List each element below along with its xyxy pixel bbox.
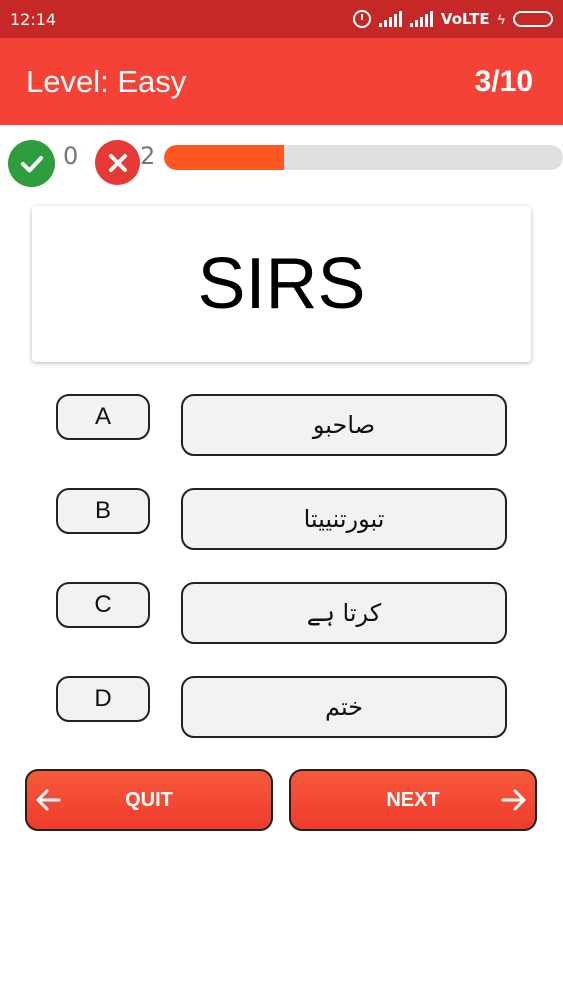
- status-icons: VoLTE ϟ: [352, 10, 553, 28]
- charging-icon: ϟ: [497, 11, 505, 27]
- progress-fill: [164, 145, 284, 170]
- score-row: 0 2: [0, 138, 563, 188]
- status-time: 12:14: [10, 9, 57, 29]
- check-icon: [8, 140, 55, 187]
- option-d-letter[interactable]: D: [56, 676, 150, 722]
- option-c-button[interactable]: کرتا ہے: [181, 582, 507, 644]
- progress-bar: [164, 145, 563, 170]
- next-button[interactable]: NEXT: [289, 769, 537, 831]
- quit-button[interactable]: QUIT: [25, 769, 273, 831]
- option-b-letter[interactable]: B: [56, 488, 150, 534]
- question-word: SIRS: [197, 244, 366, 324]
- level-title: Level: Easy: [26, 63, 187, 99]
- close-icon: [95, 140, 140, 185]
- status-bar: 12:14 VoLTE ϟ: [0, 0, 563, 38]
- network-label: VoLTE: [440, 10, 490, 28]
- arrow-left-icon: [35, 788, 61, 818]
- battery-icon: [513, 11, 553, 27]
- wrong-count: 2: [140, 142, 156, 170]
- signal-icon: [378, 11, 402, 27]
- option-b-button[interactable]: تبورتنییتا: [181, 488, 507, 550]
- question-counter: 3/10: [474, 64, 533, 98]
- option-a-button[interactable]: صاحبو: [181, 394, 507, 456]
- quit-label: QUIT: [125, 788, 173, 811]
- correct-count: 0: [63, 142, 79, 170]
- arrow-right-icon: [501, 788, 527, 818]
- option-c-letter[interactable]: C: [56, 582, 150, 628]
- signal-icon-2: [409, 11, 433, 27]
- alarm-icon: [352, 10, 371, 28]
- question-card: SIRS: [32, 206, 531, 362]
- option-a-letter[interactable]: A: [56, 394, 150, 440]
- app-bar: Level: Easy 3/10: [0, 38, 563, 125]
- next-label: NEXT: [386, 788, 440, 811]
- option-d-button[interactable]: ختم: [181, 676, 507, 738]
